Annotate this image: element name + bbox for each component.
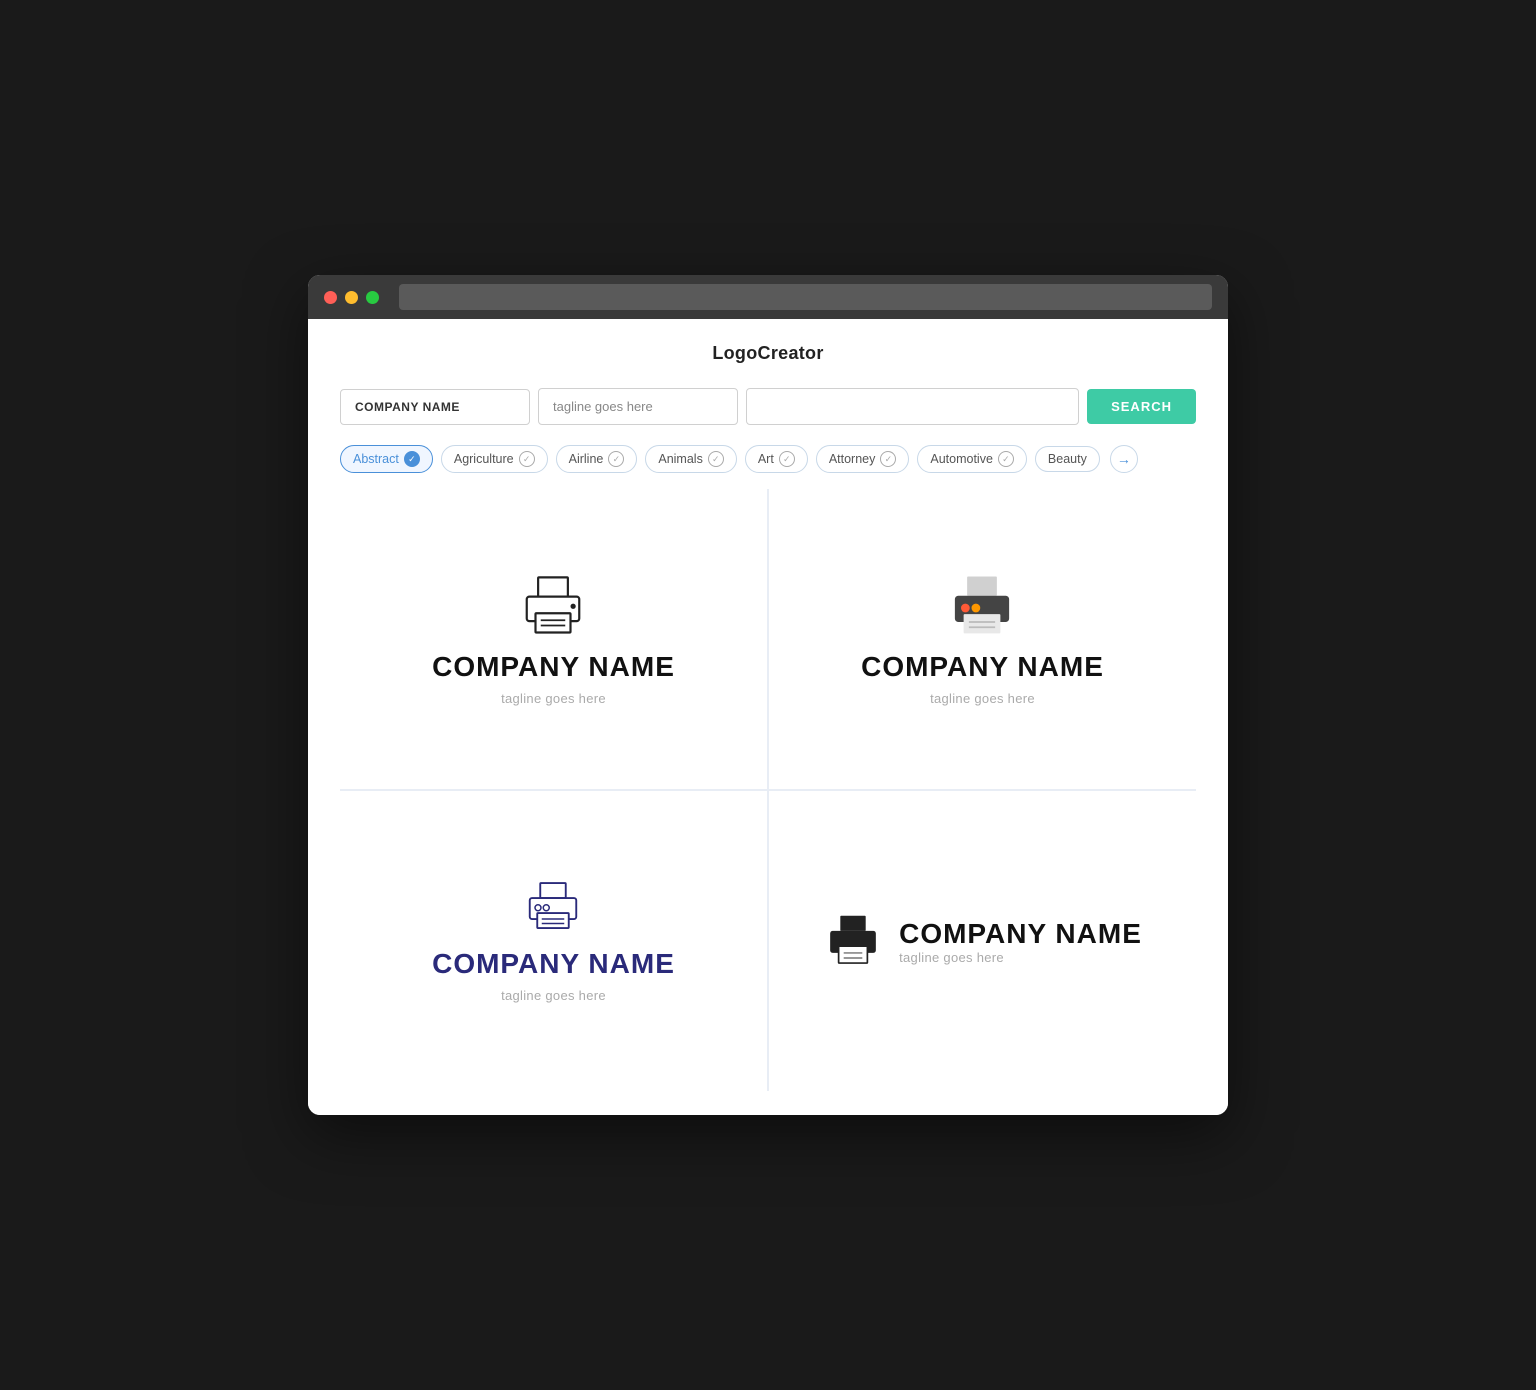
logo-inner-1: COMPANY NAME tagline goes here: [432, 573, 675, 706]
printer-solid-icon-4: [823, 914, 883, 969]
filter-tag-airline[interactable]: Airline ✓: [556, 445, 638, 473]
filter-check-abstract: ✓: [404, 451, 420, 467]
search-bar: SEARCH: [340, 388, 1196, 425]
logo-card-4[interactable]: COMPANY NAME tagline goes here: [769, 791, 1196, 1091]
app-content: LogoCreator SEARCH Abstract ✓ Agricultur…: [308, 319, 1228, 1115]
filter-tag-attorney[interactable]: Attorney ✓: [816, 445, 910, 473]
printer-outline-icon-1: [513, 573, 593, 643]
traffic-light-green[interactable]: [366, 291, 379, 304]
logo-1-tagline: tagline goes here: [501, 691, 606, 706]
filter-bar: Abstract ✓ Agriculture ✓ Airline ✓ Anima…: [340, 445, 1196, 473]
app-title: LogoCreator: [340, 343, 1196, 364]
search-button[interactable]: SEARCH: [1087, 389, 1196, 424]
logo-card-1[interactable]: COMPANY NAME tagline goes here: [340, 489, 767, 789]
printer-color-icon-2: [942, 573, 1022, 643]
logo-4-tagline: tagline goes here: [899, 950, 1142, 965]
logo-4-company: COMPANY NAME: [899, 918, 1142, 950]
filter-label-art: Art: [758, 452, 774, 466]
traffic-light-red[interactable]: [324, 291, 337, 304]
filter-check-airline: ✓: [608, 451, 624, 467]
logo-3-tagline: tagline goes here: [501, 988, 606, 1003]
logo-grid: COMPANY NAME tagline goes here: [340, 489, 1196, 1091]
filter-label-automotive: Automotive: [930, 452, 993, 466]
logo-card-2[interactable]: COMPANY NAME tagline goes here: [769, 489, 1196, 789]
logo-2-company: COMPANY NAME: [861, 651, 1104, 683]
traffic-light-yellow[interactable]: [345, 291, 358, 304]
filter-tag-art[interactable]: Art ✓: [745, 445, 808, 473]
filter-label-abstract: Abstract: [353, 452, 399, 466]
filter-tag-automotive[interactable]: Automotive ✓: [917, 445, 1027, 473]
browser-window: LogoCreator SEARCH Abstract ✓ Agricultur…: [308, 275, 1228, 1115]
logo-2-tagline: tagline goes here: [930, 691, 1035, 706]
logo-inner-4: COMPANY NAME tagline goes here: [823, 914, 1142, 969]
logo-card-3[interactable]: COMPANY NAME tagline goes here: [340, 791, 767, 1091]
filter-check-attorney: ✓: [880, 451, 896, 467]
filter-check-automotive: ✓: [998, 451, 1014, 467]
filter-tag-abstract[interactable]: Abstract ✓: [340, 445, 433, 473]
browser-titlebar: [308, 275, 1228, 319]
logo-1-company: COMPANY NAME: [432, 651, 675, 683]
filter-check-animals: ✓: [708, 451, 724, 467]
filter-check-agriculture: ✓: [519, 451, 535, 467]
logo-4-text-group: COMPANY NAME tagline goes here: [899, 918, 1142, 965]
printer-outline-icon-3: [518, 880, 588, 940]
tagline-input[interactable]: [538, 388, 738, 425]
logo-3-company: COMPANY NAME: [432, 948, 675, 980]
filter-tag-animals[interactable]: Animals ✓: [645, 445, 736, 473]
company-name-input[interactable]: [340, 389, 530, 425]
filter-label-airline: Airline: [569, 452, 604, 466]
filter-label-animals: Animals: [658, 452, 702, 466]
browser-url-bar[interactable]: [399, 284, 1212, 310]
filter-next-arrow[interactable]: →: [1110, 445, 1138, 473]
extra-search-input[interactable]: [746, 388, 1079, 425]
filter-label-attorney: Attorney: [829, 452, 876, 466]
logo-inner-2: COMPANY NAME tagline goes here: [861, 573, 1104, 706]
filter-label-beauty: Beauty: [1048, 452, 1087, 466]
filter-check-art: ✓: [779, 451, 795, 467]
logo-inner-3: COMPANY NAME tagline goes here: [432, 880, 675, 1003]
filter-label-agriculture: Agriculture: [454, 452, 514, 466]
filter-tag-agriculture[interactable]: Agriculture ✓: [441, 445, 548, 473]
filter-tag-beauty[interactable]: Beauty: [1035, 446, 1100, 472]
